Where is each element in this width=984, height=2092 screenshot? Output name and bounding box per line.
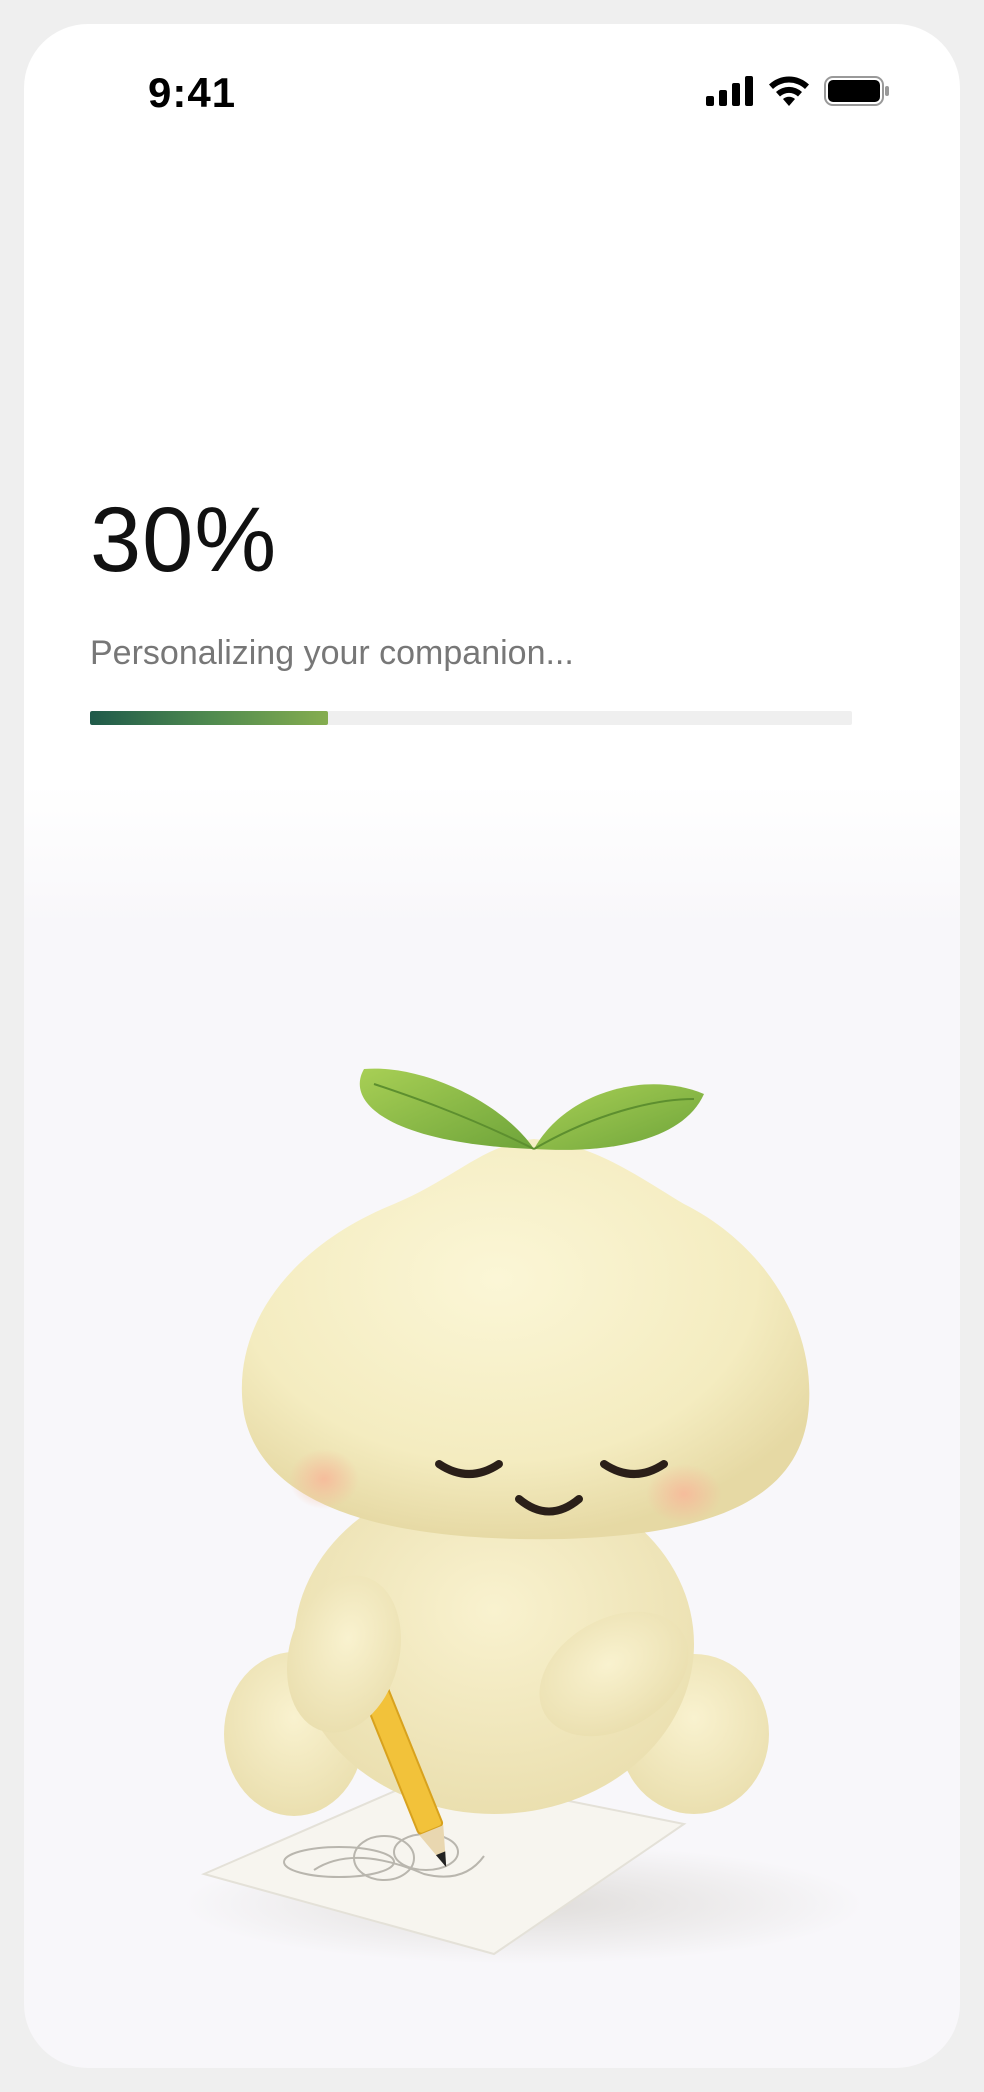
progress-track xyxy=(90,711,852,725)
wifi-icon xyxy=(768,76,810,111)
progress-percent: 30% xyxy=(90,489,278,591)
status-icons xyxy=(706,76,890,111)
phone-screen: 9:41 30% Personalizing your companion... xyxy=(24,24,960,2068)
status-time: 9:41 xyxy=(148,69,237,116)
cellular-signal-icon xyxy=(706,76,754,111)
progress-label: Personalizing your companion... xyxy=(90,634,574,672)
status-bar: 9:41 xyxy=(24,24,960,164)
battery-icon xyxy=(824,76,890,111)
progress-fill xyxy=(90,711,329,725)
progress-section: 30% Personalizing your companion... xyxy=(90,494,870,725)
mascot-drawing-icon xyxy=(164,1044,904,1974)
